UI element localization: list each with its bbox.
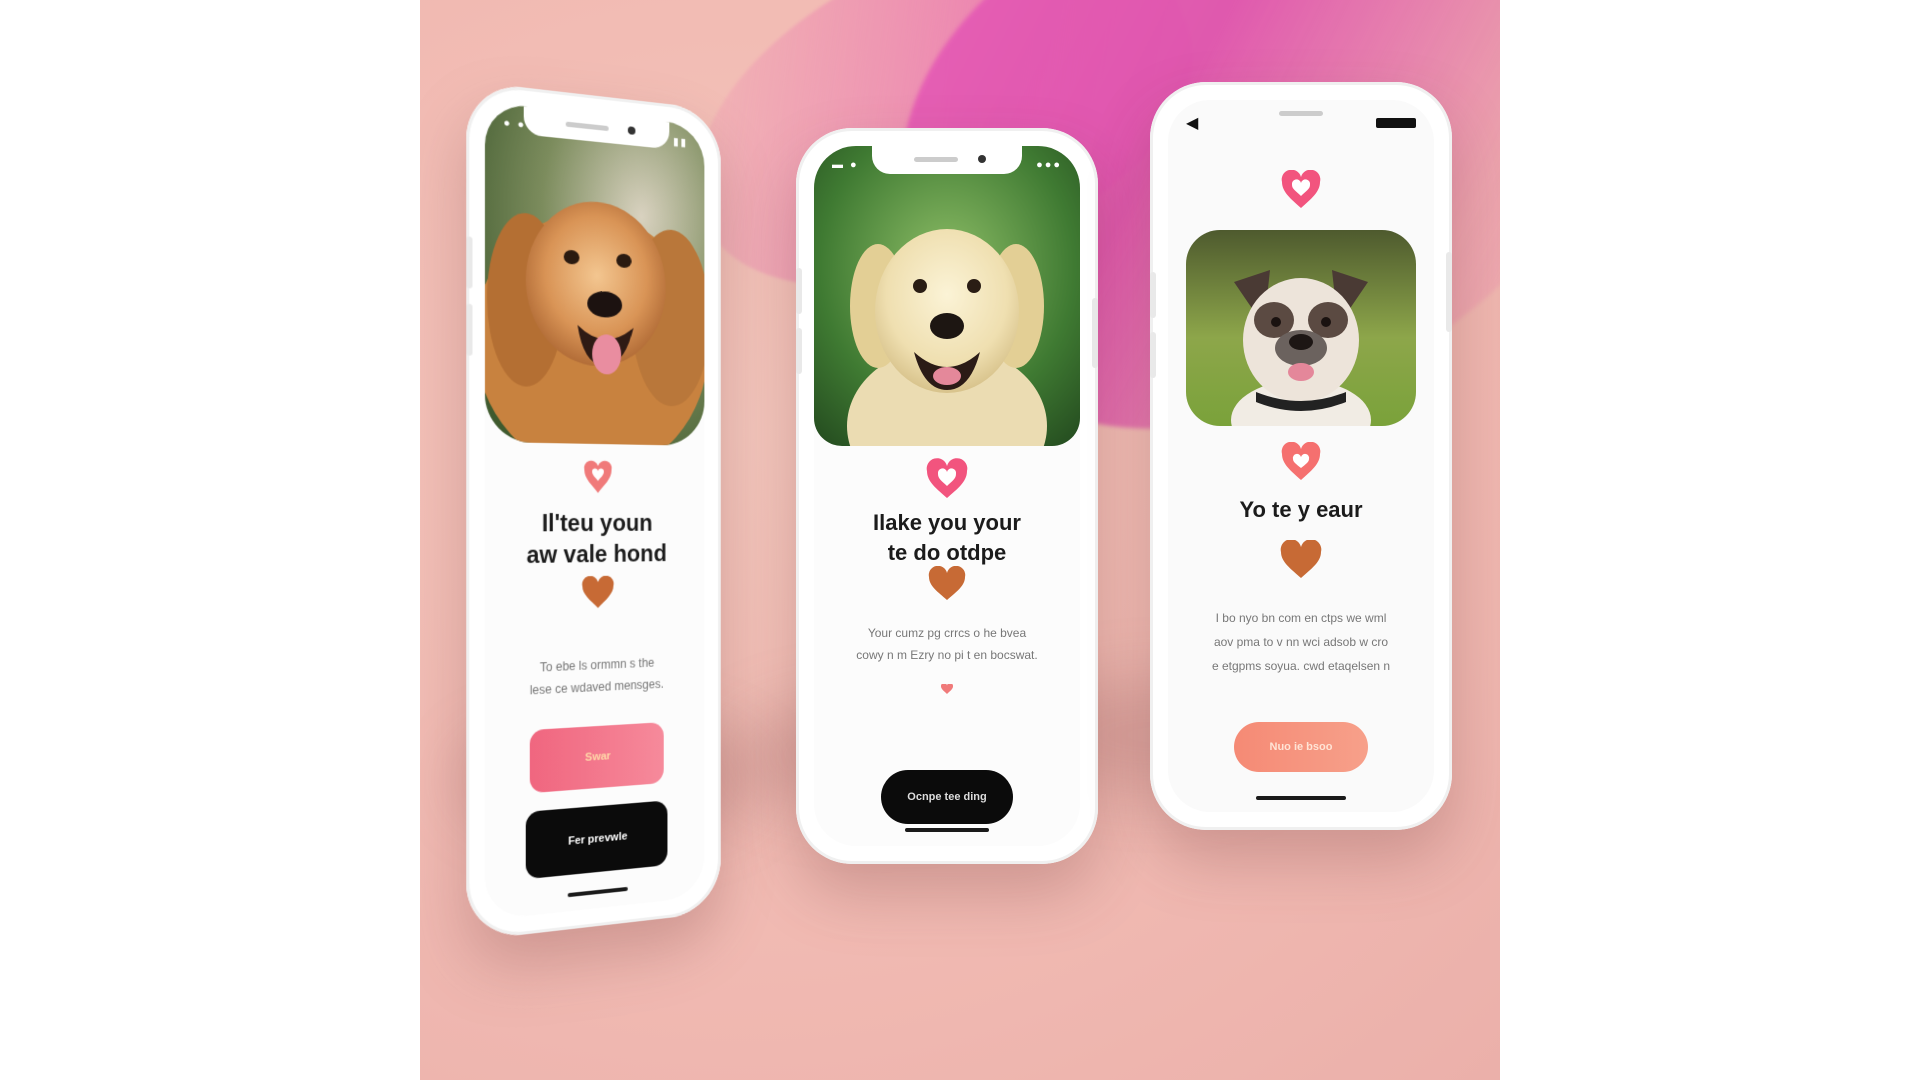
signal-dots-icon: ●●● [1036, 159, 1062, 171]
screen-title: Il'teu youn aw vale hond [485, 508, 704, 572]
signal-dots-icon: ● ● [503, 117, 526, 132]
screen-title: Yo te y eaur [1168, 494, 1434, 525]
home-indicator [905, 828, 989, 832]
title-line: Il'teu youn [485, 508, 704, 540]
power-button [1092, 298, 1098, 368]
primary-coral-button[interactable]: Nuo ie bsoo [1234, 722, 1368, 772]
description-line: Your cumz pg crrcs o he bvea [842, 622, 1052, 644]
volume-button [796, 328, 802, 374]
title-line: Yo te y eaur [1168, 494, 1434, 525]
phone-mockup-2: ▬ ● ●●● Ilake you your te do otdpe Your … [796, 128, 1098, 864]
home-indicator [1256, 796, 1346, 800]
volume-button [1150, 272, 1156, 318]
description-text: To ebe ls ormmn s the lese ce wdaved men… [514, 651, 679, 703]
heart-icon [1280, 442, 1322, 482]
battery-icon: ▮▮ [673, 134, 688, 148]
primary-pink-button[interactable]: Swar [530, 722, 664, 793]
app-screen-2: ▬ ● ●●● Ilake you your te do otdpe Your … [814, 146, 1080, 846]
status-bar: ▬ ● ●●● [832, 158, 1062, 172]
status-bar: ◀ [1186, 116, 1416, 130]
phone-mockup-3: ◀ Yo te y eaur I bo nyo bn com en ctps w… [1150, 82, 1452, 830]
screen-title: Ilake you your te do otdpe [814, 508, 1080, 568]
heart-icon [582, 459, 613, 495]
description-line: I bo nyo bn com en ctps we wml [1190, 606, 1412, 630]
promo-background: ● ● ▮▮ Il'teu youn aw vale hond To ebe l… [420, 0, 1500, 1080]
dog-photo-boxer [1186, 230, 1416, 426]
heart-icon [580, 576, 615, 611]
title-line: Ilake you your [814, 508, 1080, 538]
power-button [1446, 252, 1452, 332]
heart-icon [1279, 540, 1323, 580]
phone-mockup-1: ● ● ▮▮ Il'teu youn aw vale hond To ebe l… [466, 81, 721, 941]
description-line: aov pma to v nn wci adsob w cro [1190, 630, 1412, 654]
title-line: te do otdpe [814, 538, 1080, 568]
heart-icon [1280, 170, 1322, 210]
description-text: Your cumz pg crrcs o he bvea cowy n m Ez… [842, 622, 1052, 666]
volume-button [466, 236, 472, 288]
description-text: I bo nyo bn com en ctps we wml aov pma t… [1190, 606, 1412, 678]
description-line: cowy n m Ezry no pi t en bocswat. [842, 644, 1052, 666]
battery-icon: ▬ ● [832, 159, 859, 171]
app-screen-3: ◀ Yo te y eaur I bo nyo bn com en ctps w… [1168, 100, 1434, 812]
dog-photo-golden [485, 102, 704, 446]
heart-icon [925, 458, 969, 500]
volume-button [466, 304, 472, 356]
secondary-dark-button[interactable]: Fer prevwle [526, 800, 668, 879]
app-screen-1: ● ● ▮▮ Il'teu youn aw vale hond To ebe l… [485, 102, 704, 921]
description-line: e etgpms soyua. cwd etaqelsen n [1190, 654, 1412, 678]
primary-dark-button[interactable]: Ocnpe tee ding [881, 770, 1013, 824]
battery-icon [1376, 118, 1416, 128]
title-line: aw vale hond [485, 538, 704, 572]
volume-button [796, 268, 802, 314]
home-indicator [568, 887, 628, 897]
volume-button [1150, 332, 1156, 378]
back-arrow-icon[interactable]: ◀ [1186, 113, 1198, 133]
heart-icon [941, 684, 953, 694]
heart-icon [927, 566, 967, 602]
dog-photo-labrador [814, 146, 1080, 446]
